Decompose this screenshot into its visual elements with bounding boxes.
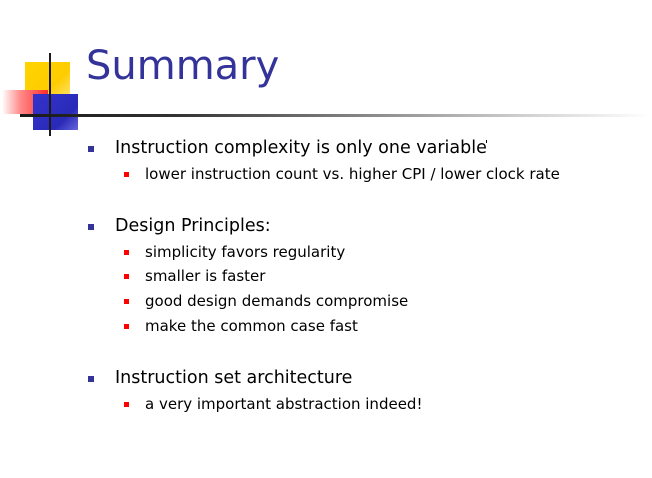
square-bullet-icon: [124, 402, 129, 407]
square-bullet-icon: [88, 376, 94, 382]
sub-bullet-text: good design demands compromise: [145, 292, 409, 310]
square-bullet-icon: [124, 299, 129, 304]
square-bullet-icon: [124, 324, 129, 329]
bullet-text: Design Principles:: [115, 216, 271, 236]
square-bullet-icon: [124, 250, 129, 255]
sub-bullet-text: a very important abstraction indeed!: [145, 395, 423, 413]
square-bullet-icon: [124, 172, 129, 177]
square-bullet-icon: [124, 274, 129, 279]
slide-body: Instruction complexity is only one varia…: [0, 0, 652, 478]
sub-bullet-text: simplicity favors regularity: [145, 243, 346, 261]
sub-bullet-text: smaller is faster: [145, 267, 266, 285]
sub-bullet-text: lower instruction count vs. higher CPI /…: [145, 165, 560, 183]
bullet-text: Instruction complexity is only one varia…: [115, 138, 487, 158]
sub-bullet-text: make the common case fast: [145, 317, 358, 335]
square-bullet-icon: [88, 146, 94, 152]
stray-mark: [486, 140, 487, 143]
bullet-text: Instruction set architecture: [115, 368, 353, 388]
square-bullet-icon: [88, 224, 94, 230]
